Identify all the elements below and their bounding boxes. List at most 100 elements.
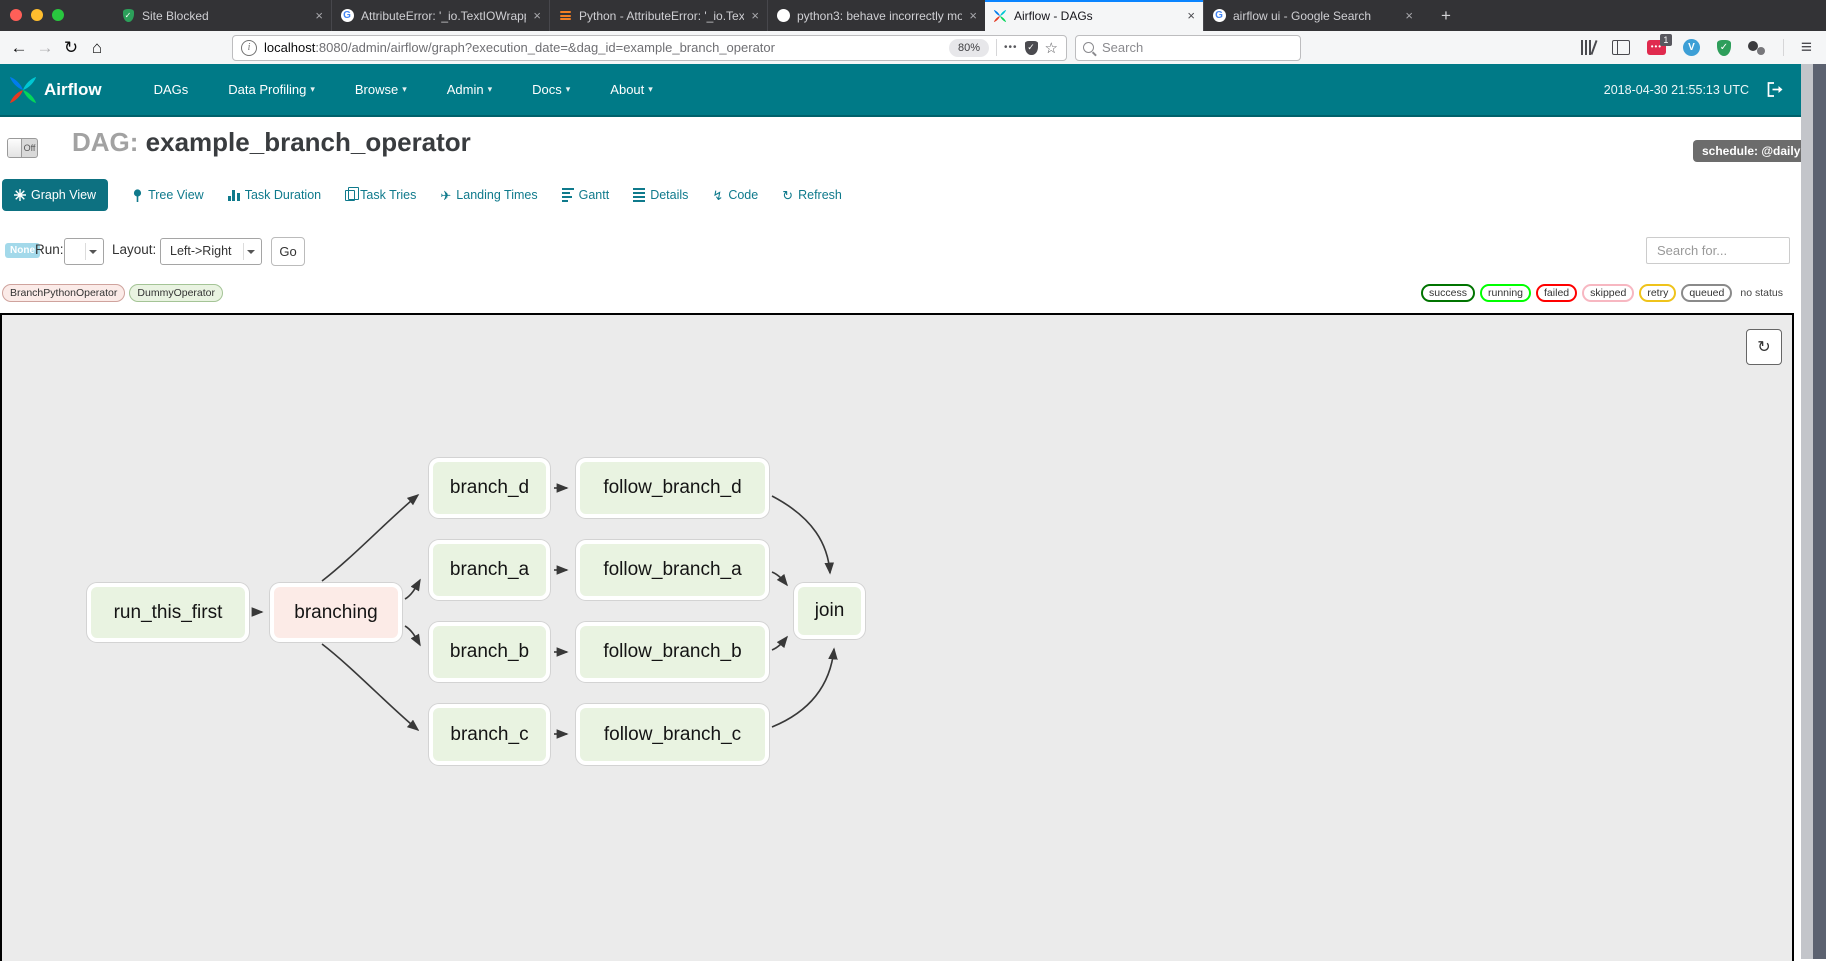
graph-view-icon: [14, 189, 26, 201]
pocket-shield-icon[interactable]: ✓: [1025, 41, 1038, 55]
close-icon[interactable]: ×: [315, 8, 323, 23]
browser-search-input[interactable]: [1100, 39, 1293, 56]
airflow-brand[interactable]: Airflow: [8, 75, 102, 105]
close-icon[interactable]: ×: [1405, 8, 1413, 23]
chevron-down-icon: ▾: [402, 84, 407, 95]
status-badge-queued: queued: [1681, 284, 1732, 302]
schedule-badge: schedule: @daily: [1693, 140, 1809, 162]
tab-gantt[interactable]: Gantt: [562, 188, 610, 202]
nav-item-docs[interactable]: Docs▾: [532, 82, 570, 97]
page-actions-icon[interactable]: •••: [1004, 42, 1018, 53]
dag-node-branch_b[interactable]: branch_b: [429, 622, 550, 682]
back-icon[interactable]: ←: [6, 38, 32, 58]
menu-hamburger-icon[interactable]: ≡: [1801, 37, 1812, 59]
run-select[interactable]: [64, 238, 104, 265]
dag-header: Off DAG: example_branch_operator schedul…: [0, 127, 1826, 167]
close-icon[interactable]: ×: [751, 8, 759, 23]
cookies-icon[interactable]: [1748, 40, 1766, 55]
dag-node-follow_branch_b[interactable]: follow_branch_b: [576, 622, 769, 682]
minimize-window-button[interactable]: [31, 9, 43, 21]
dag-node-join[interactable]: join: [794, 583, 865, 639]
airflow-page: Off DAG: example_branch_operator schedul…: [0, 117, 1826, 959]
dag-graph-canvas[interactable]: run_this_first branching branch_d follow…: [0, 313, 1794, 961]
close-icon[interactable]: ×: [533, 8, 541, 23]
view-tab-label: Graph View: [31, 188, 96, 202]
logout-icon[interactable]: [1767, 82, 1784, 97]
view-tab-label: Code: [728, 188, 758, 202]
tab-task-duration[interactable]: Task Duration: [228, 188, 321, 202]
layout-label: Layout:: [112, 242, 156, 257]
view-tab-label: Landing Times: [456, 188, 537, 202]
task-search-input[interactable]: [1655, 242, 1781, 259]
google-icon: G: [340, 9, 354, 23]
close-icon[interactable]: ×: [969, 8, 977, 23]
close-icon[interactable]: ×: [1187, 8, 1195, 23]
tab-python-attributeerror[interactable]: Python - AttributeError: '_io.Tex ×: [549, 0, 767, 31]
nav-label: Docs: [532, 82, 562, 97]
dag-node-branch_a[interactable]: branch_a: [429, 540, 550, 600]
zoom-level-badge[interactable]: 80%: [949, 39, 989, 57]
site-info-icon[interactable]: i: [241, 40, 257, 56]
dag-node-run_this_first[interactable]: run_this_first: [87, 583, 249, 642]
dag-pause-toggle[interactable]: Off: [7, 138, 38, 158]
dag-node-branch_d[interactable]: branch_d: [429, 458, 550, 518]
tab-title: AttributeError: '_io.TextIOWrapp: [361, 9, 526, 23]
nav-item-dags[interactable]: DAGs: [154, 82, 189, 97]
view-tab-label: Details: [650, 188, 688, 202]
url-bar[interactable]: i localhost:8080/admin/airflow/graph?exe…: [232, 35, 1067, 61]
maximize-window-button[interactable]: [52, 9, 64, 21]
dag-node-branching[interactable]: branching: [270, 583, 402, 642]
extension-v-icon[interactable]: V: [1683, 39, 1700, 56]
tab-attributeerror[interactable]: G AttributeError: '_io.TextIOWrapp ×: [331, 0, 549, 31]
scrollbar-track[interactable]: [1801, 64, 1813, 959]
nav-label: Browse: [355, 82, 398, 97]
task-search-box[interactable]: [1646, 237, 1790, 264]
tab-site-blocked[interactable]: ✓ Site Blocked ×: [113, 0, 331, 31]
tab-landing-times[interactable]: ✈ Landing Times: [440, 188, 537, 202]
search-icon: [1083, 42, 1094, 53]
nav-item-browse[interactable]: Browse ▾: [355, 82, 407, 97]
dag-edges: [2, 315, 1792, 961]
nav-item-about[interactable]: About▾: [610, 82, 653, 97]
close-window-button[interactable]: [10, 9, 22, 21]
tab-details[interactable]: Details: [633, 188, 688, 203]
tab-strip: ✓ Site Blocked × G AttributeError: '_io.…: [113, 0, 1421, 31]
nav-item-data-profiling[interactable]: Data Profiling▾: [228, 82, 315, 97]
home-icon[interactable]: ⌂: [84, 38, 110, 58]
tab-graph-view[interactable]: Graph View: [2, 179, 108, 211]
edge: [405, 580, 420, 599]
forward-icon[interactable]: →: [32, 38, 58, 58]
graph-controls: None Run: Layout: Left->Right Go: [0, 237, 1826, 267]
tab-refresh[interactable]: ↻ Refresh: [782, 188, 842, 202]
layout-select-value: Left->Right: [170, 244, 232, 258]
bookmark-star-icon[interactable]: ☆: [1045, 39, 1058, 57]
tab-code[interactable]: ↯ Code: [712, 188, 758, 202]
nav-item-admin[interactable]: Admin▾: [447, 82, 492, 97]
privacy-shield-icon[interactable]: ✓: [1717, 40, 1731, 56]
airflow-icon: [993, 9, 1007, 23]
tab-tree-view[interactable]: Tree View: [132, 188, 204, 202]
reload-icon[interactable]: ↻: [58, 38, 84, 58]
dag-node-branch_c[interactable]: branch_c: [429, 704, 550, 765]
dag-node-follow_branch_a[interactable]: follow_branch_a: [576, 540, 769, 600]
library-icon[interactable]: [1581, 40, 1595, 55]
tab-airflow-dags[interactable]: Airflow - DAGs ×: [985, 0, 1203, 31]
layout-select[interactable]: Left->Right: [160, 238, 262, 265]
sidebar-icon[interactable]: [1612, 40, 1630, 55]
browser-search-box[interactable]: [1075, 35, 1301, 61]
adblock-icon[interactable]: •••1: [1647, 40, 1666, 55]
edge: [322, 495, 418, 581]
tab-airflow-ui-search[interactable]: G airflow ui - Google Search ×: [1203, 0, 1421, 31]
scrollbar[interactable]: [1813, 64, 1826, 959]
tab-python3-behave[interactable]: python3: behave incorrectly mo ×: [767, 0, 985, 31]
graph-refresh-button[interactable]: ↻: [1746, 329, 1782, 365]
toggle-label: Off: [22, 139, 37, 157]
bar-chart-icon: [228, 190, 240, 201]
dag-node-follow_branch_d[interactable]: follow_branch_d: [576, 458, 769, 518]
dag-node-follow_branch_c[interactable]: follow_branch_c: [576, 704, 769, 765]
tab-task-tries[interactable]: Task Tries: [345, 188, 416, 202]
new-tab-button[interactable]: +: [1431, 0, 1461, 31]
go-button[interactable]: Go: [271, 237, 305, 266]
chevron-down-icon: ▾: [648, 84, 653, 95]
navbar-menu: DAGs Data Profiling▾ Browse ▾ Admin▾ Docs…: [154, 82, 653, 97]
